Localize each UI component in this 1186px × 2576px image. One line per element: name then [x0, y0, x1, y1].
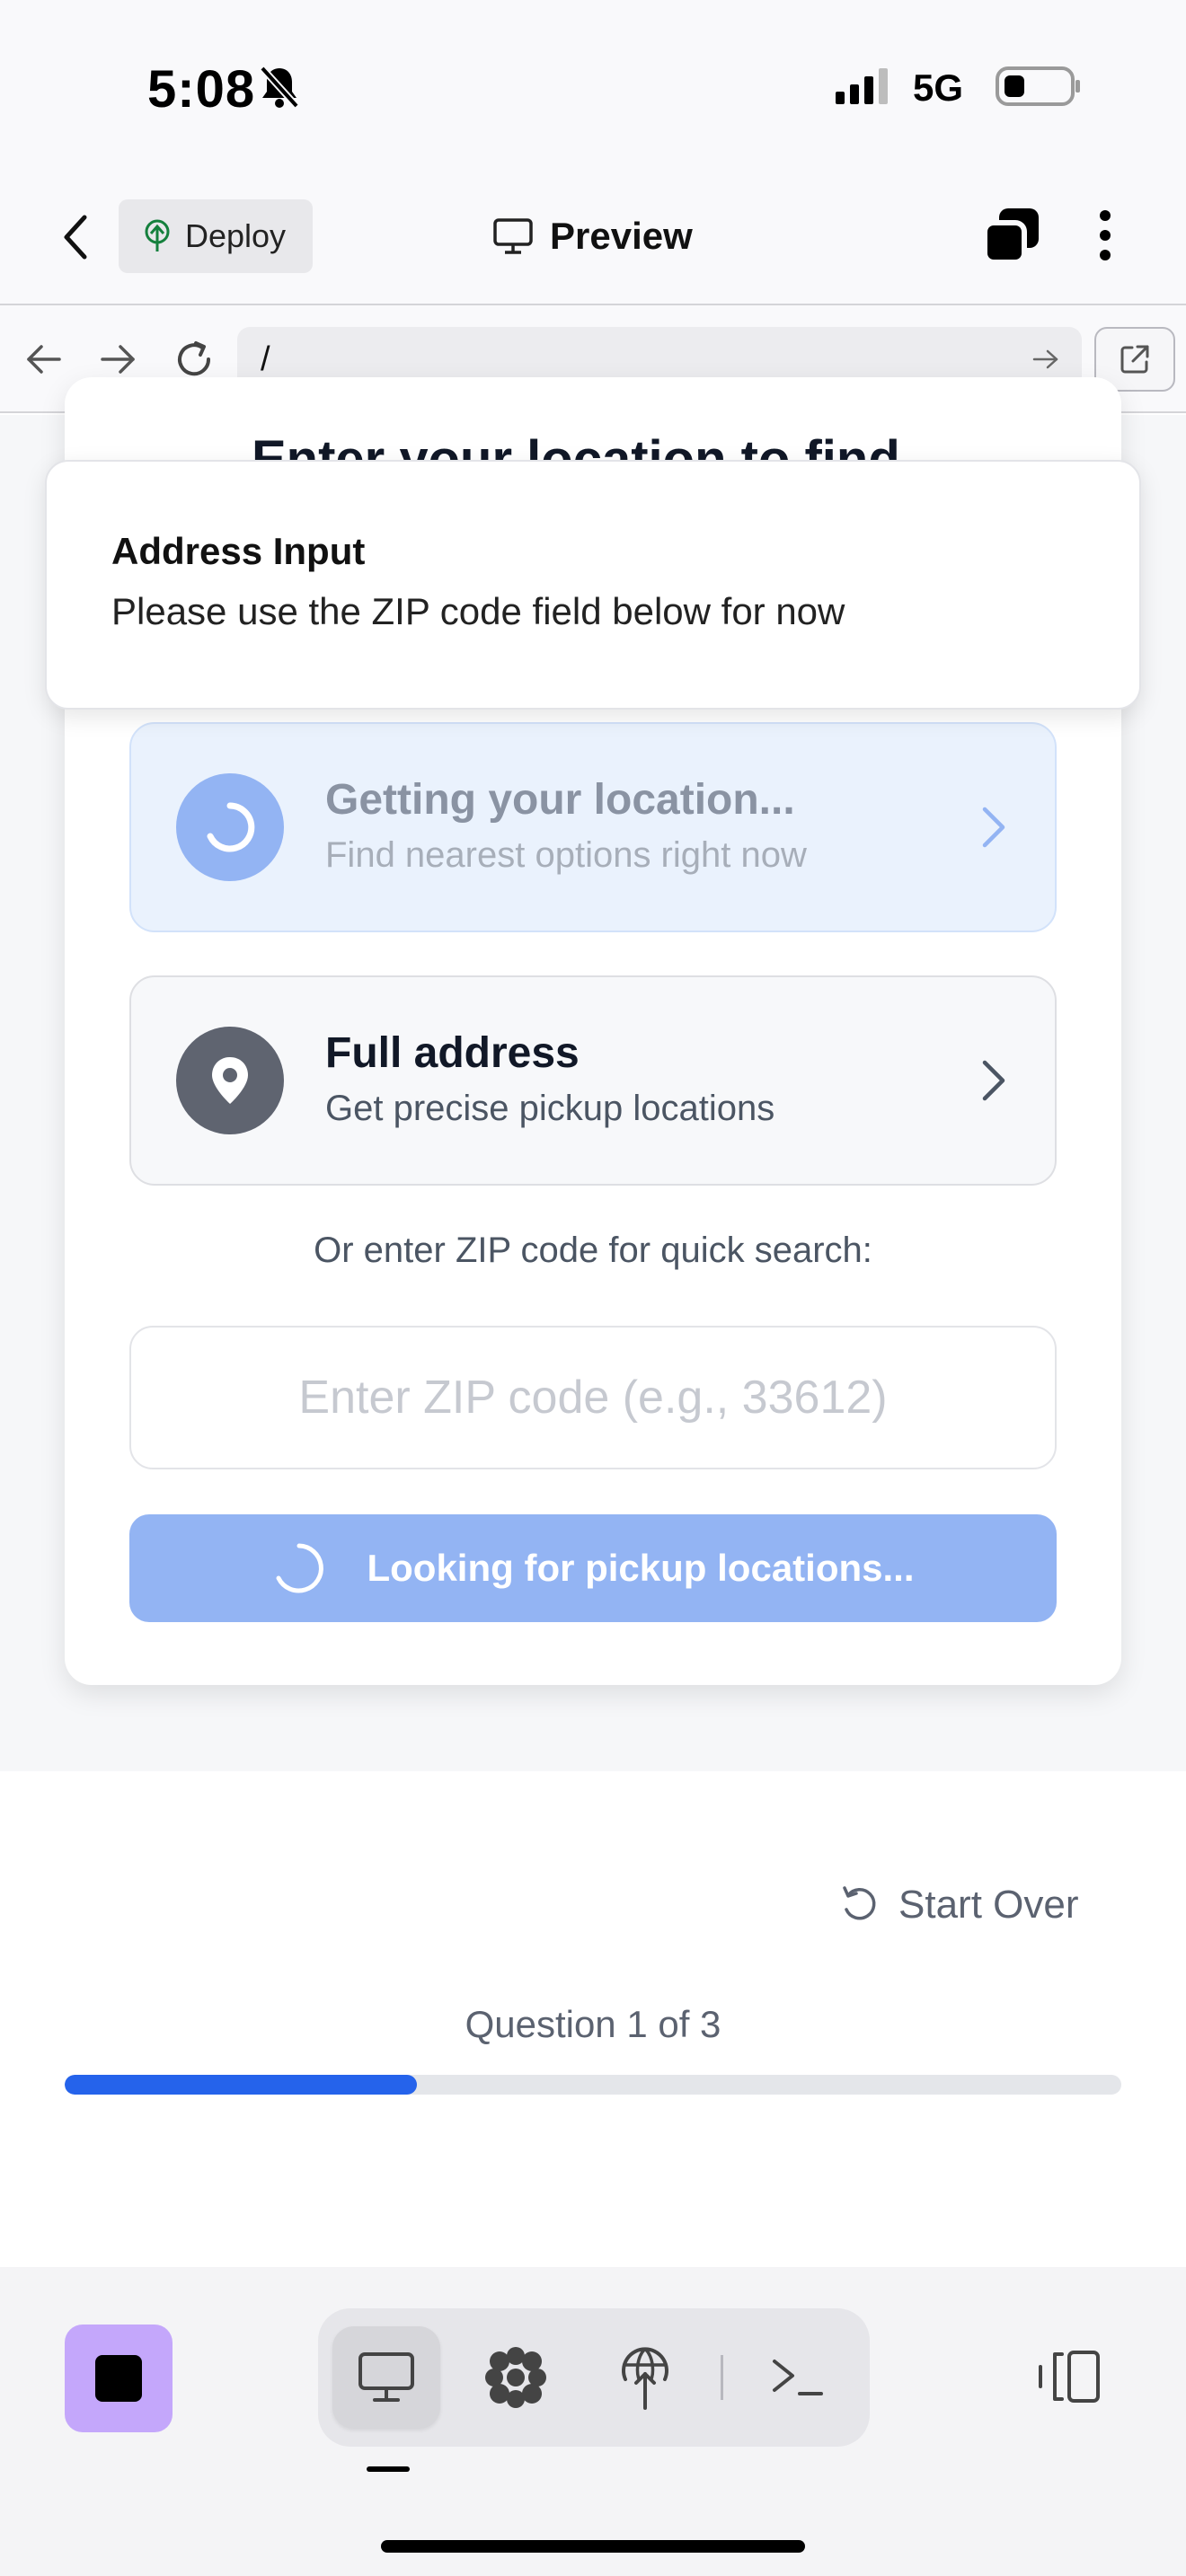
spinner-icon: [207, 802, 255, 852]
terminal-icon: [773, 2360, 823, 2395]
battery-icon: [996, 66, 1080, 106]
map-pin-icon: [212, 1057, 248, 1104]
preview-label: Preview: [550, 215, 693, 257]
use-current-location-option[interactable]: Getting your location... Find nearest op…: [129, 722, 1057, 932]
browser-back-icon[interactable]: [23, 341, 63, 377]
start-over-button[interactable]: Start Over: [839, 1883, 1079, 1928]
signal-icon: [836, 68, 888, 104]
view-switcher: [318, 2308, 870, 2447]
chevron-right-icon: [982, 1060, 1005, 1101]
zip-code-input[interactable]: [129, 1326, 1057, 1469]
bell-muted-icon: [260, 66, 299, 109]
question-counter: Question 1 of 3: [465, 2003, 721, 2045]
panels-toggle-button[interactable]: [1024, 2332, 1114, 2422]
deploy-label: Deploy: [185, 217, 287, 254]
start-over-label: Start Over: [898, 1883, 1079, 1927]
spinner-icon: [276, 1543, 324, 1593]
deploy-icon: [145, 219, 170, 251]
preview-view-button[interactable]: [332, 2326, 440, 2429]
deployments-view-button[interactable]: [591, 2326, 699, 2429]
globe-icon: [622, 2347, 668, 2410]
deploy-button[interactable]: Deploy: [119, 199, 313, 273]
stop-button[interactable]: [65, 2325, 173, 2432]
status-time: 5:08: [147, 60, 256, 119]
workflow-view-button[interactable]: [462, 2326, 570, 2429]
url-text: /: [261, 340, 270, 378]
progress-bar: [65, 2075, 1121, 2095]
tabs-switcher-icon[interactable]: [981, 205, 1042, 266]
address-option-subtitle: Get precise pickup locations: [325, 1089, 775, 1128]
preview-tab[interactable]: Preview: [492, 208, 693, 264]
monitor-icon: [358, 2352, 414, 2402]
search-button-label: Looking for pickup locations...: [367, 1547, 915, 1589]
restart-icon: [843, 1886, 876, 1920]
progress-bar-fill: [65, 2075, 417, 2095]
home-indicator: [381, 2540, 805, 2553]
find-pickup-locations-button[interactable]: Looking for pickup locations...: [129, 1514, 1057, 1622]
stop-icon: [95, 2355, 142, 2402]
full-address-option[interactable]: Full address Get precise pickup location…: [129, 975, 1057, 1186]
address-option-title: Full address: [325, 1029, 580, 1077]
monitor-icon: [493, 218, 533, 254]
grid-icon: [485, 2347, 546, 2408]
zip-prompt-label: Or enter ZIP code for quick search:: [314, 1231, 872, 1270]
toast-notification: Address Input Please use the ZIP code fi…: [45, 460, 1141, 710]
location-spinner: [176, 773, 284, 881]
active-view-indicator: [367, 2466, 410, 2472]
go-arrow-icon[interactable]: [1031, 347, 1060, 372]
toolbar-divider: [721, 2355, 723, 2400]
chevron-right-icon: [982, 807, 1005, 848]
toast-message: Please use the ZIP code field below for …: [111, 590, 845, 632]
geo-option-title: Getting your location...: [325, 776, 795, 824]
address-icon-circle: [176, 1027, 284, 1134]
toast-title: Address Input: [111, 530, 366, 572]
back-chevron-icon[interactable]: [58, 212, 93, 262]
panels-icon: [1039, 2351, 1100, 2403]
browser-forward-icon[interactable]: [99, 341, 138, 377]
more-vertical-icon[interactable]: [1094, 207, 1116, 264]
network-type: 5G: [913, 66, 964, 109]
external-link-icon: [1120, 345, 1149, 374]
reload-icon[interactable]: [173, 338, 216, 381]
console-view-button[interactable]: [744, 2326, 852, 2429]
geo-option-subtitle: Find nearest options right now: [325, 835, 807, 875]
